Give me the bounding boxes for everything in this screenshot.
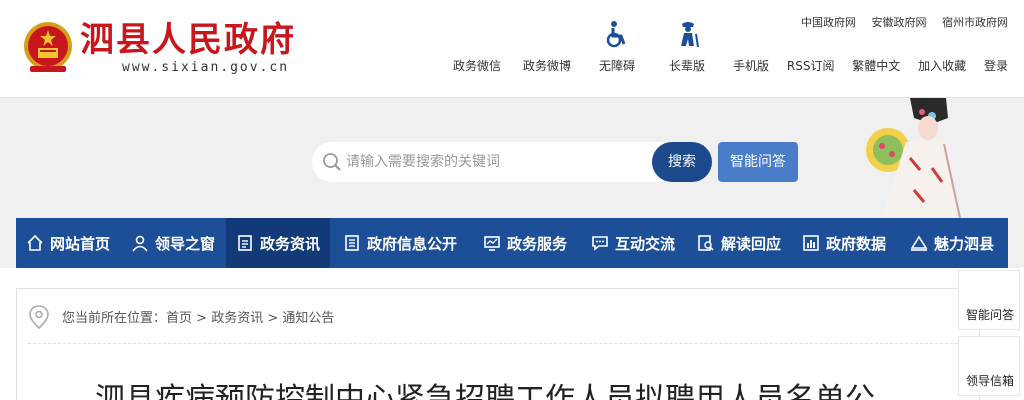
nav-item-leaders[interactable]: 领导之窗 [120, 218, 226, 268]
wechat-icon [462, 20, 492, 48]
breadcrumb-home[interactable]: 首页 [166, 311, 192, 326]
search-icon [323, 153, 341, 171]
nav-item-charm-sixian[interactable]: 魅力泗县 [896, 218, 1008, 268]
quick-link-accessibility[interactable]: 无障碍 [582, 20, 652, 74]
quick-link-elder-mode[interactable]: 长辈版 [652, 20, 722, 74]
nav-item-interaction[interactable]: 互动交流 [580, 218, 686, 268]
site-url: www.sixian.gov.cn [122, 60, 290, 75]
national-emblem-icon [24, 22, 72, 72]
home-icon [27, 234, 43, 251]
breadcrumb-prefix: 您当前所在位置： [62, 311, 167, 326]
quick-link-wechat[interactable]: 政务微信 [442, 20, 512, 74]
mobile-version-link[interactable]: 手机版 [733, 59, 769, 73]
nav-item-gov-data[interactable]: 政府数据 [792, 218, 896, 268]
nav-item-home[interactable]: 网站首页 [16, 218, 120, 268]
top-links: 中国政府网 安徽政府网 宿州市政府网 [789, 14, 1008, 30]
search-doc-icon [698, 235, 714, 251]
breadcrumb-notices[interactable]: 通知公告 [282, 311, 334, 326]
user-icon [132, 235, 148, 252]
weibo-icon [532, 20, 562, 48]
rss-link[interactable]: RSS订阅 [787, 59, 835, 73]
add-favorite-link[interactable]: 加入收藏 [918, 59, 966, 73]
opera-figure-image [866, 98, 961, 218]
search-button[interactable]: 搜索 [652, 142, 712, 182]
page: 泗县人民政府 www.sixian.gov.cn 政务微信 政务微博 无障碍 长… [0, 0, 1024, 400]
location-pin-icon [29, 305, 49, 330]
floating-side-panel: 智能问答 领导信箱 [958, 270, 1020, 400]
wheelchair-icon [606, 21, 626, 48]
link-anhui-gov[interactable]: 安徽政府网 [872, 16, 927, 29]
nav-item-news[interactable]: 政务资讯 [226, 218, 330, 268]
traditional-chinese-link[interactable]: 繁體中文 [852, 59, 900, 73]
breadcrumb-text: 您当前所在位置：首页 > 政务资讯 > 通知公告 [62, 307, 334, 326]
breadcrumb-separator: > [263, 311, 283, 326]
nav-item-interpretation[interactable]: 解读回应 [686, 218, 792, 268]
list-icon [345, 235, 359, 251]
bar-chart-icon [803, 235, 819, 251]
article-title: 泗县疾病预防控制中心紧急招聘工作人员拟聘用人员名单公 [95, 382, 875, 400]
login-link[interactable]: 登录 [984, 59, 1008, 73]
utility-links: 手机版 RSS订阅 繁體中文 加入收藏 登录 [719, 57, 1008, 74]
link-suzhou-gov[interactable]: 宿州市政府网 [942, 16, 1008, 29]
smart-qa-button[interactable]: 智能问答 [718, 142, 798, 182]
quick-link-weibo[interactable]: 政务微博 [512, 20, 582, 74]
link-gov-cn[interactable]: 中国政府网 [801, 16, 856, 29]
site-header: 泗县人民政府 www.sixian.gov.cn 政务微信 政务微博 无障碍 长… [0, 0, 1024, 98]
search-input[interactable] [346, 146, 646, 178]
breadcrumb-separator: > [192, 311, 212, 326]
chart-monitor-icon [484, 236, 500, 251]
float-smart-qa-button[interactable]: 智能问答 [958, 270, 1020, 330]
chat-icon [592, 236, 608, 251]
site-title[interactable]: 泗县人民政府 [80, 18, 296, 62]
document-icon [238, 235, 252, 251]
main-nav: 网站首页 领导之窗 政务资讯 政府信息公开 政务服务 互动交流 解读回应 政府数… [16, 218, 1008, 268]
mountain-icon [910, 235, 928, 251]
breadcrumb-news[interactable]: 政务资讯 [211, 311, 263, 326]
elder-icon [681, 22, 699, 48]
float-leader-mailbox-button[interactable]: 领导信箱 [958, 336, 1020, 396]
nav-item-services[interactable]: 政务服务 [470, 218, 580, 268]
nav-item-info-disclosure[interactable]: 政府信息公开 [330, 218, 470, 268]
